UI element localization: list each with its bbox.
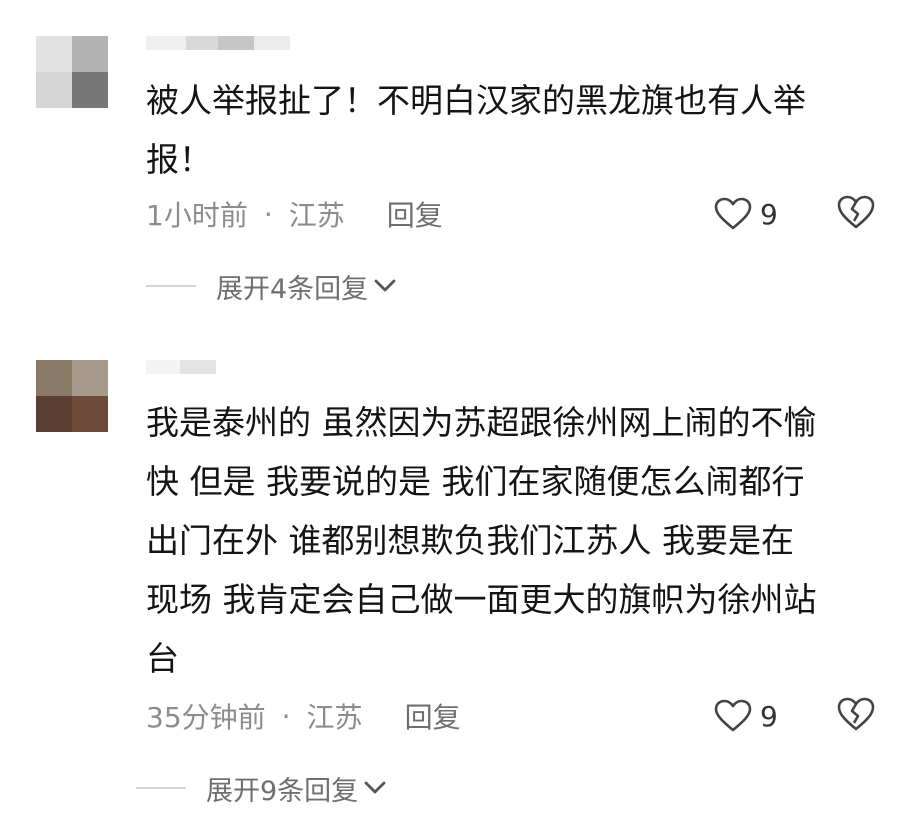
chevron-down-icon <box>364 781 386 794</box>
like-count: 9 <box>760 699 778 733</box>
timestamp: 1小时前 <box>146 199 248 232</box>
expand-replies-label: 展开9条回复 <box>206 775 359 807</box>
comment-meta: 35分钟前 · 江苏 回复 <box>146 696 461 736</box>
like-button[interactable]: 9 <box>714 194 778 234</box>
expand-replies-label: 展开4条回复 <box>216 273 369 305</box>
reply-button[interactable]: 回复 <box>387 194 443 234</box>
like-count: 9 <box>760 197 778 231</box>
chevron-down-icon <box>374 279 396 292</box>
like-button[interactable]: 9 <box>714 696 778 736</box>
expand-replies-button[interactable]: 展开4条回复 <box>146 266 396 306</box>
divider-line <box>136 787 186 789</box>
avatar-blurred[interactable] <box>36 360 108 432</box>
avatar-blurred[interactable] <box>36 36 108 108</box>
dislike-button[interactable] <box>836 194 876 234</box>
divider-line <box>146 285 196 287</box>
reply-button[interactable]: 回复 <box>405 696 461 736</box>
separator-dot: · <box>263 197 273 231</box>
location: 江苏 <box>306 701 363 734</box>
comment-text: 被人举报扯了！不明白汉家的黑龙旗也有人举 报！ <box>146 81 806 179</box>
comment-text: 我是泰州的 虽然因为苏超跟徐州网上闹的不愉 快 但是 我要说的是 我们在家随便怎… <box>146 403 817 678</box>
broken-heart-icon <box>837 195 875 229</box>
timestamp: 35分钟前 <box>146 701 266 734</box>
broken-heart-icon <box>837 697 875 731</box>
username-blurred[interactable] <box>146 360 226 374</box>
expand-replies-button[interactable]: 展开9条回复 <box>136 768 386 808</box>
dislike-button[interactable] <box>836 696 876 736</box>
comment-meta: 1小时前 · 江苏 回复 <box>146 194 443 234</box>
username-blurred[interactable] <box>146 36 296 50</box>
location: 江苏 <box>288 199 345 232</box>
heart-outline-icon <box>714 197 752 230</box>
heart-outline-icon <box>714 699 752 732</box>
separator-dot: · <box>281 699 291 733</box>
